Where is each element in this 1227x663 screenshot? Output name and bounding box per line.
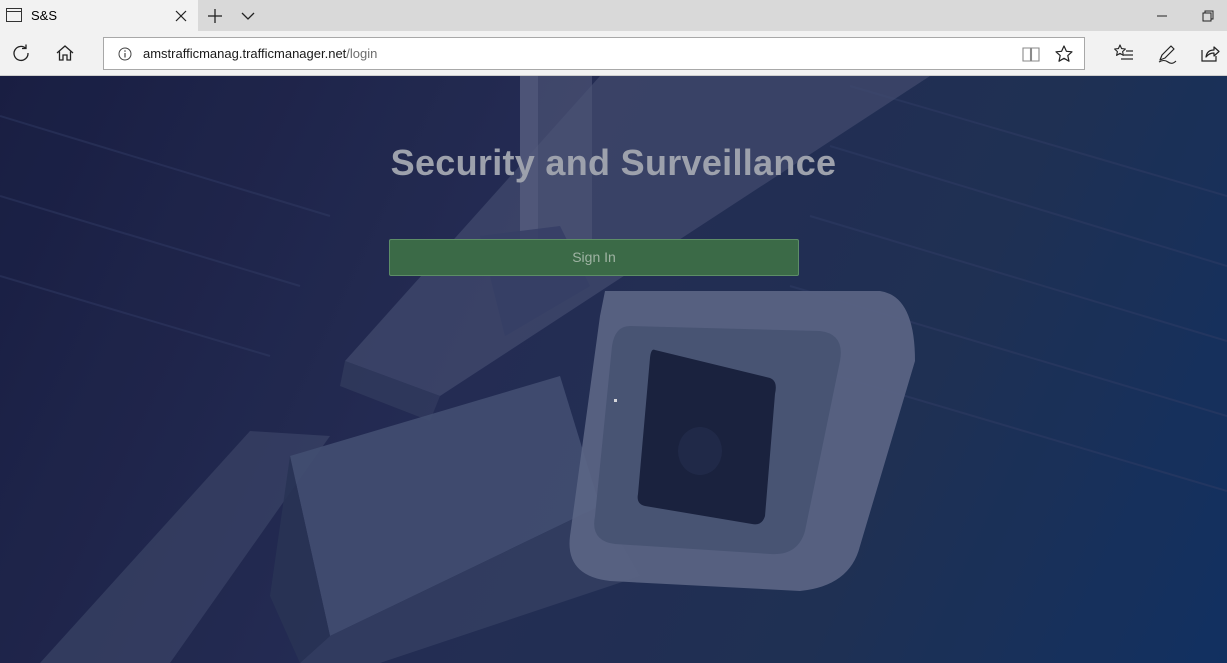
browser-tab[interactable]: S&S <box>0 0 198 31</box>
minimize-icon[interactable] <box>1152 6 1172 26</box>
pen-icon[interactable] <box>1156 42 1178 64</box>
page-viewport: Security and Surveillance Sign In <box>0 76 1227 663</box>
favorites-list-icon[interactable] <box>1113 42 1135 64</box>
url-path: /login <box>346 46 378 61</box>
tab-title: S&S <box>31 8 58 23</box>
share-icon[interactable] <box>1199 42 1221 64</box>
home-icon[interactable] <box>54 42 76 64</box>
navigation-bar: amstrafficmanag.trafficmanager.net/login <box>0 31 1227 76</box>
address-bar[interactable]: amstrafficmanag.trafficmanager.net/login <box>103 37 1085 70</box>
refresh-icon[interactable] <box>10 42 32 64</box>
star-icon[interactable] <box>1054 44 1074 64</box>
page-title: Security and Surveillance <box>390 142 837 183</box>
page-icon <box>6 8 22 22</box>
url-host: amstrafficmanag.trafficmanager.net <box>143 46 347 61</box>
close-icon[interactable] <box>172 7 190 25</box>
info-icon[interactable] <box>118 47 132 61</box>
restore-icon[interactable] <box>1198 6 1218 26</box>
chevron-down-icon[interactable] <box>237 6 259 26</box>
sign-in-button[interactable]: Sign In <box>389 239 799 276</box>
plus-icon[interactable] <box>204 6 226 26</box>
tab-bar: S&S <box>0 0 1227 31</box>
book-icon[interactable] <box>1021 45 1041 63</box>
url-text[interactable]: amstrafficmanag.trafficmanager.net/login <box>143 46 377 61</box>
